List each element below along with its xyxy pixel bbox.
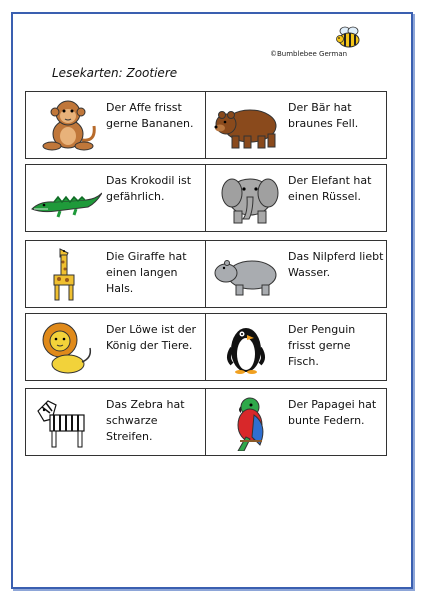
logo: ©Bumblebee German [270, 26, 370, 66]
hippo-icon [214, 260, 277, 296]
card-text: Der Bär hat braunes Fell. [288, 101, 359, 130]
parrot-icon [237, 397, 264, 451]
penguin-icon [227, 328, 265, 374]
card-text: Der Elefant hat einen Rüssel. [288, 174, 372, 203]
bear-icon [214, 109, 277, 149]
bee-icon [336, 26, 360, 48]
card-text: Das Krokodil ist gefährlich. [106, 174, 192, 203]
elephant-icon [221, 178, 279, 224]
crocodile-icon [31, 192, 102, 218]
card-monkey: Der Affe frisst gerne Bananen. [25, 91, 207, 159]
card-bear: Der Bär hat braunes Fell. [205, 91, 387, 159]
card-text: Der Papagei hat bunte Federn. [288, 398, 377, 427]
zebra-icon [37, 400, 85, 448]
logo-text: ©Bumblebee German [270, 50, 348, 58]
card-crocodile: Das Krokodil ist gefährlich. [25, 164, 207, 232]
card-text: Die Giraffe hat einen langen Hals. [106, 250, 187, 295]
card-penguin: Der Penguin frisst gerne Fisch. [205, 313, 387, 381]
card-elephant: Der Elefant hat einen Rüssel. [205, 164, 387, 232]
monkey-icon [42, 100, 96, 151]
card-text: Der Affe frisst gerne Bananen. [106, 101, 194, 130]
card-hippo: Das Nilpferd liebt Wasser. [205, 240, 387, 308]
card-giraffe: Die Giraffe hat einen langen Hals. [25, 240, 207, 308]
card-text: Der Penguin frisst gerne Fisch. [288, 323, 356, 368]
card-lion: Der Löwe ist der König der Tiere. [25, 313, 207, 381]
card-zebra: Das Zebra hat schwarze Streifen. [25, 388, 207, 456]
card-parrot: Der Papagei hat bunte Federn. [205, 388, 387, 456]
lion-icon [42, 322, 92, 374]
card-text: Das Zebra hat schwarze Streifen. [106, 398, 185, 443]
page-title: Lesekarten: Zootiere [52, 66, 178, 80]
card-text: Das Nilpferd liebt Wasser. [288, 250, 384, 279]
card-text: Der Löwe ist der König der Tiere. [106, 323, 197, 352]
giraffe-icon [53, 248, 75, 301]
